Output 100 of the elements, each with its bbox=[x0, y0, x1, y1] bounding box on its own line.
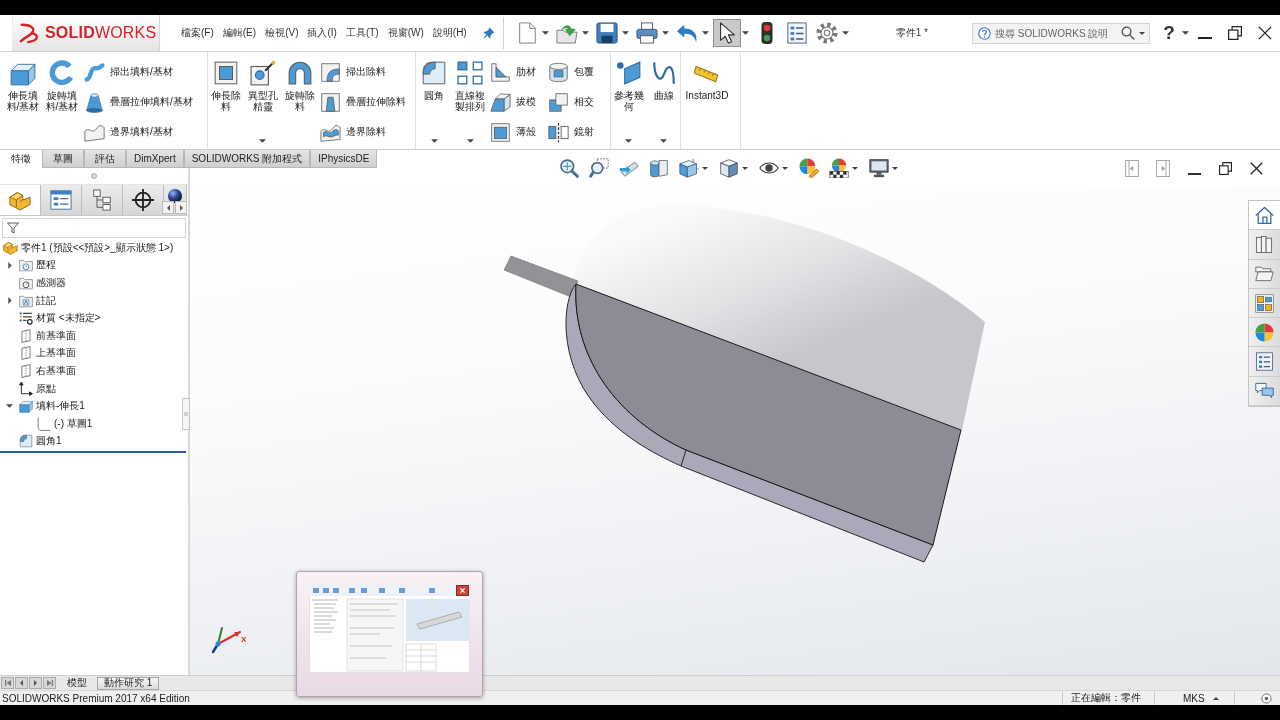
toolbar-button[interactable] bbox=[712, 19, 741, 47]
ribbon-button[interactable]: 疊層拉伸填料/基材 bbox=[82, 88, 195, 116]
ribbon-button[interactable]: 鏡射 bbox=[546, 118, 596, 146]
ribbon-button[interactable]: Instant3D bbox=[681, 52, 733, 148]
sphere-icon bbox=[168, 189, 182, 203]
ribbon-button[interactable]: 掃出除料 bbox=[318, 58, 388, 86]
units-text[interactable]: MKS bbox=[1183, 692, 1205, 704]
axes-icon bbox=[19, 381, 33, 396]
close-button[interactable] bbox=[456, 585, 469, 596]
slanted-block-icon bbox=[490, 91, 511, 113]
task-pane-tab[interactable] bbox=[1249, 259, 1280, 289]
caret-down-icon bbox=[662, 31, 670, 35]
ribbon-button[interactable]: 拔模 bbox=[488, 88, 538, 116]
ribbon-button[interactable]: 邊界填料/基材 bbox=[82, 118, 175, 146]
ribbon-button[interactable]: 邊界除料 bbox=[318, 118, 388, 146]
pattern-icon bbox=[457, 60, 483, 86]
task-pane-tab[interactable] bbox=[1249, 288, 1280, 319]
caret-left-icon bbox=[20, 680, 23, 686]
hollow-block-icon bbox=[213, 60, 239, 86]
ribbon-button[interactable]: 旋轉除料 bbox=[281, 52, 318, 148]
tree-item[interactable]: 填料-伸長1 bbox=[36, 399, 85, 414]
blocks-icon bbox=[3, 240, 18, 256]
scroll-left-button[interactable] bbox=[162, 201, 174, 214]
search-box[interactable]: 搜尋 SOLIDWORKS 說明 bbox=[972, 22, 1150, 44]
ribbon-button[interactable]: 伸長除料 bbox=[208, 52, 244, 148]
last-button[interactable] bbox=[43, 677, 56, 689]
ribbon-button[interactable]: 相交 bbox=[546, 88, 596, 116]
menu-item[interactable]: 工具(T) bbox=[345, 26, 379, 40]
task-pane-tab[interactable] bbox=[1249, 376, 1280, 407]
pin-button[interactable] bbox=[482, 27, 495, 39]
tree-item[interactable]: 材質 <未指定> bbox=[36, 311, 101, 326]
restore-icon bbox=[1228, 26, 1242, 40]
view-button[interactable] bbox=[828, 156, 850, 180]
ribbon-button[interactable]: 異型孔精靈 bbox=[244, 52, 281, 148]
next-button[interactable] bbox=[29, 677, 42, 689]
search-field[interactable]: 搜尋 SOLIDWORKS 說明 bbox=[995, 27, 1117, 39]
magnifier-icon bbox=[559, 158, 579, 178]
view-button[interactable] bbox=[868, 156, 890, 180]
tree-item[interactable]: 原點 bbox=[36, 381, 56, 396]
rounded-block-icon bbox=[421, 60, 447, 86]
ribbon-button[interactable]: 包覆 bbox=[546, 58, 596, 86]
tree-item[interactable]: 上基準面 bbox=[36, 346, 76, 361]
command-tab[interactable]: 草圖 bbox=[42, 150, 84, 168]
splitter-handle[interactable] bbox=[182, 398, 190, 430]
monitor-icon bbox=[869, 158, 889, 178]
funnel-icon bbox=[7, 222, 19, 234]
tree-item[interactable]: 註記 bbox=[36, 293, 56, 308]
menu-item[interactable]: 檔案(F) bbox=[181, 26, 214, 40]
axis-triad-icon bbox=[210, 624, 242, 654]
caret-down-icon bbox=[542, 31, 550, 35]
tree-item[interactable]: 感測器 bbox=[36, 276, 66, 290]
folder-gauge-icon bbox=[19, 276, 33, 290]
ribbon-button[interactable]: 疊層拉伸除料 bbox=[318, 88, 408, 116]
view-button[interactable] bbox=[558, 156, 580, 180]
grid-layout-icon bbox=[1255, 293, 1274, 313]
ribbon-button[interactable]: 曲線 bbox=[646, 52, 681, 148]
app-logo[interactable]: SOLIDWORKS bbox=[12, 15, 160, 51]
rollback-bar[interactable] bbox=[0, 451, 186, 454]
scroll-right-button[interactable] bbox=[175, 201, 187, 214]
ribbon-button[interactable]: 旋轉填料/基材 bbox=[42, 52, 82, 148]
ribbon-button[interactable]: 參考幾何 bbox=[611, 52, 646, 148]
panel-tab[interactable] bbox=[123, 185, 164, 215]
ribbon-button[interactable]: 直線複製排列 bbox=[452, 52, 488, 148]
command-tab[interactable]: 評估 bbox=[84, 150, 126, 168]
menu-item[interactable]: 檢視(V) bbox=[265, 26, 299, 40]
filter-field[interactable] bbox=[2, 218, 186, 238]
caret-down-icon bbox=[582, 31, 590, 35]
task-pane-tab[interactable] bbox=[1249, 318, 1280, 348]
sheet-tab[interactable]: 動作研究 1 bbox=[97, 676, 160, 690]
sheet-tab[interactable]: 模型 bbox=[60, 676, 94, 690]
task-pane-tab[interactable] bbox=[1249, 201, 1280, 231]
command-tab[interactable]: IPhysicsDE bbox=[310, 150, 378, 168]
first-button[interactable] bbox=[1, 677, 14, 689]
previous-button[interactable] bbox=[15, 677, 28, 689]
task-pane-tab[interactable] bbox=[1249, 347, 1280, 377]
task-pane-tab[interactable] bbox=[1249, 230, 1280, 260]
ribbon-button[interactable]: 肋材 bbox=[488, 58, 538, 86]
menu-item[interactable]: 編輯(E) bbox=[222, 26, 257, 40]
ribbon-button[interactable]: 掃出填料/基材 bbox=[82, 58, 175, 86]
command-tab[interactable]: SOLIDWORKS 附加程式 bbox=[183, 150, 311, 168]
tree-item[interactable]: (-) 草圖1 bbox=[54, 416, 93, 431]
command-tab[interactable]: DimXpert bbox=[126, 150, 184, 168]
tree-item[interactable]: 零件1 (預設<<預設>_顯示狀態 1>) bbox=[21, 240, 174, 255]
menu-item[interactable]: 說明(H) bbox=[432, 26, 467, 40]
ribbon-button[interactable]: 圓角 bbox=[416, 52, 452, 148]
tree-item[interactable]: 右基準面 bbox=[36, 363, 76, 378]
caret-down-icon bbox=[702, 166, 708, 170]
help-button[interactable]: ? bbox=[1158, 19, 1180, 47]
menu-item[interactable]: 插入(I) bbox=[307, 26, 337, 40]
caret-up-icon bbox=[1212, 696, 1219, 700]
ribbon-button[interactable]: 伸長填料/基材 bbox=[4, 52, 42, 148]
gear-icon bbox=[815, 22, 838, 44]
plane-outline-icon bbox=[19, 346, 33, 361]
tree-item[interactable]: 歷程 bbox=[36, 258, 56, 273]
ribbon-button[interactable]: 薄殼 bbox=[488, 118, 538, 146]
view-button[interactable] bbox=[588, 156, 610, 180]
caret-down-icon bbox=[702, 31, 710, 35]
tree-item[interactable]: 前基準面 bbox=[36, 328, 76, 343]
tree-item[interactable]: 圓角1 bbox=[36, 434, 62, 449]
menu-item[interactable]: 視窗(W) bbox=[387, 26, 424, 40]
